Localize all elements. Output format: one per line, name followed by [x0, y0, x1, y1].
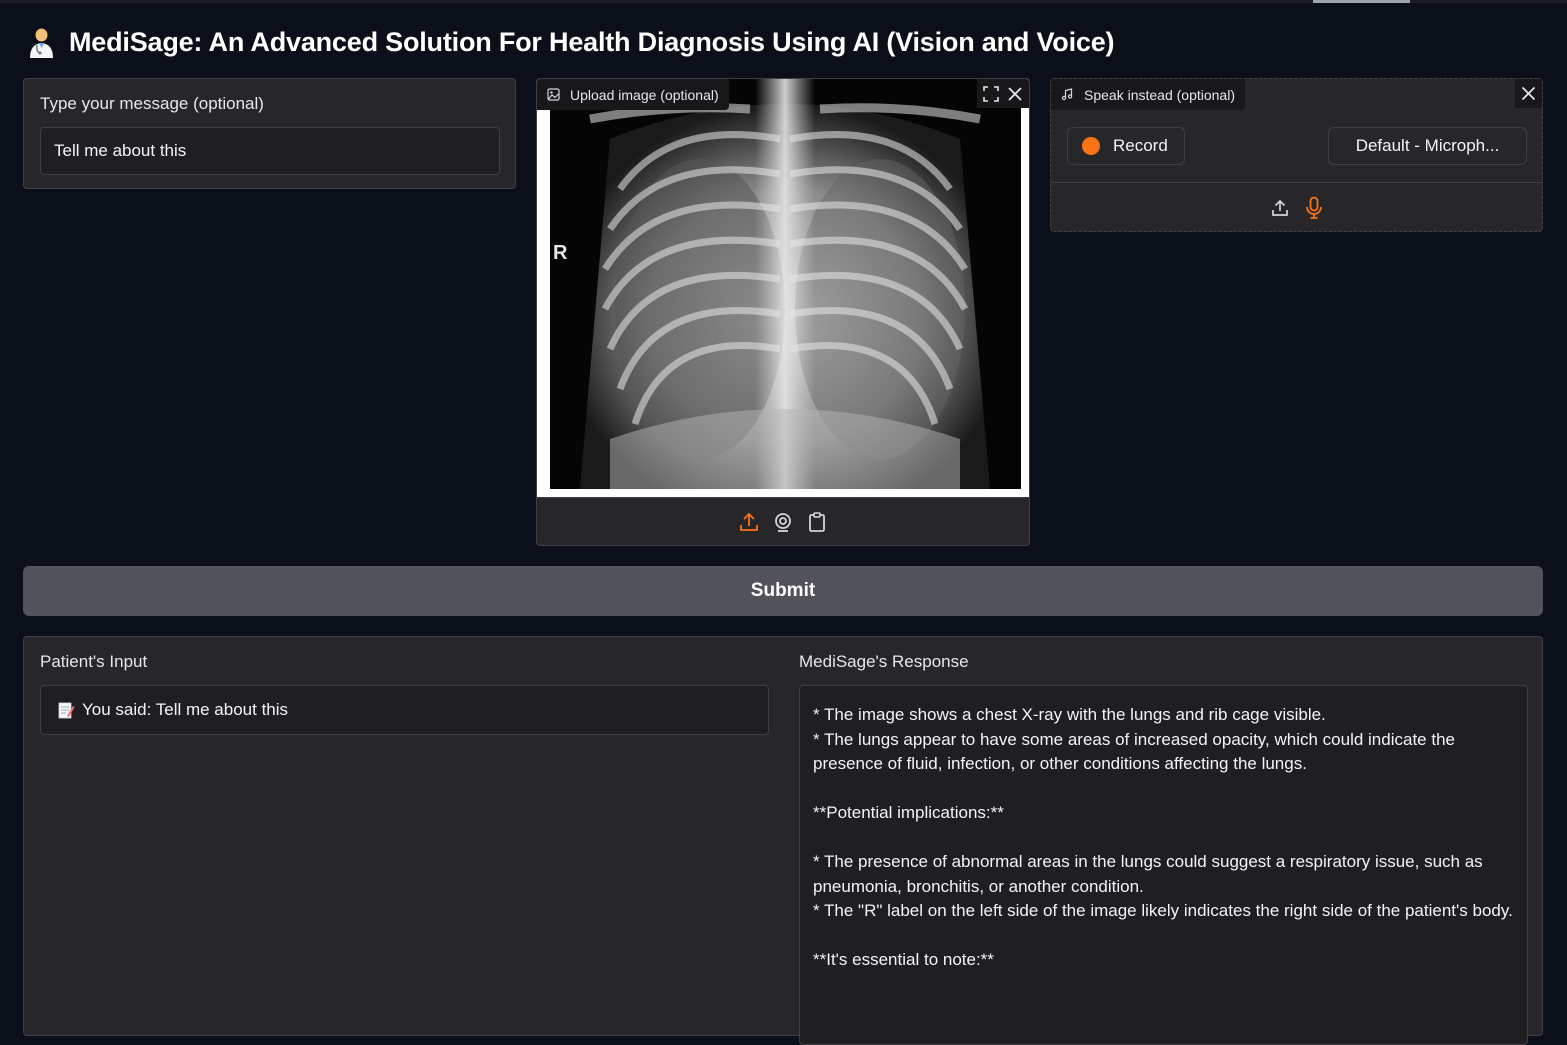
image-upload-label: Upload image (optional): [570, 86, 719, 103]
image-preview-frame: R: [537, 79, 1029, 497]
message-panel: Type your message (optional) Tell me abo…: [23, 78, 516, 189]
audio-label-badge: Speak instead (optional): [1051, 79, 1245, 110]
response-line: * The presence of abnormal areas in the …: [813, 852, 1483, 896]
audio-input-panel: Speak instead (optional) Record Default …: [1050, 78, 1543, 232]
image-upload-label-badge: Upload image (optional): [537, 79, 729, 110]
image-source-bar: [537, 497, 1029, 545]
response-line: * The image shows a chest X-ray with the…: [813, 705, 1326, 724]
close-icon[interactable]: [1007, 86, 1023, 102]
output-panel: Patient's Input You said: Tell me about …: [23, 636, 1543, 1045]
record-label: Record: [1113, 136, 1168, 155]
patient-input-label: Patient's Input: [40, 652, 148, 671]
xray-side-marker: R: [553, 242, 568, 264]
health-worker-icon: [28, 26, 55, 58]
patient-input-text: You said: Tell me about this: [82, 700, 289, 719]
audio-source-bar: [1051, 182, 1542, 232]
message-input[interactable]: Tell me about this: [40, 127, 500, 175]
memo-icon: [58, 702, 75, 719]
music-note-icon: [1061, 88, 1073, 101]
response-label: MediSage's Response: [799, 652, 969, 671]
upload-icon[interactable]: [1270, 198, 1290, 218]
response-line: **Potential implications:**: [813, 803, 1004, 822]
response-line: [813, 826, 1514, 851]
image-icon: [547, 88, 560, 101]
fullscreen-icon[interactable]: [983, 85, 999, 102]
patient-input-box: You said: Tell me about this: [40, 685, 769, 735]
image-upload-panel: R Upload image (optional): [536, 78, 1030, 546]
response-line: * The lungs appear to have some areas of…: [813, 729, 1455, 774]
audio-close-button[interactable]: [1515, 79, 1542, 108]
response-line: [813, 777, 1514, 802]
response-box: * The image shows a chest X-ray with the…: [799, 685, 1528, 1045]
webcam-icon[interactable]: [772, 511, 794, 533]
record-button[interactable]: Record: [1067, 127, 1185, 165]
image-toolbar: [977, 79, 1029, 108]
upload-icon[interactable]: [738, 511, 760, 533]
record-dot-icon: [1082, 137, 1100, 155]
page-header: MediSage: An Advanced Solution For Healt…: [28, 22, 1115, 62]
microphone-select[interactable]: Default - Microph...: [1328, 127, 1527, 165]
top-nav-strip: [0, 0, 1567, 3]
clipboard-icon[interactable]: [806, 511, 828, 533]
active-tab-indicator: [1313, 0, 1410, 3]
response-line: **It's essential to note:**: [813, 950, 994, 969]
close-icon: [1521, 86, 1536, 101]
submit-button[interactable]: Submit: [23, 566, 1543, 616]
response-line: [813, 924, 1514, 949]
audio-label: Speak instead (optional): [1084, 86, 1235, 103]
microphone-icon[interactable]: [1304, 196, 1324, 220]
message-label: Type your message (optional): [40, 94, 264, 113]
response-line: * The "R" label on the left side of the …: [813, 901, 1513, 920]
page-title: MediSage: An Advanced Solution For Healt…: [69, 26, 1115, 57]
chest-xray-image: R: [550, 79, 1021, 489]
